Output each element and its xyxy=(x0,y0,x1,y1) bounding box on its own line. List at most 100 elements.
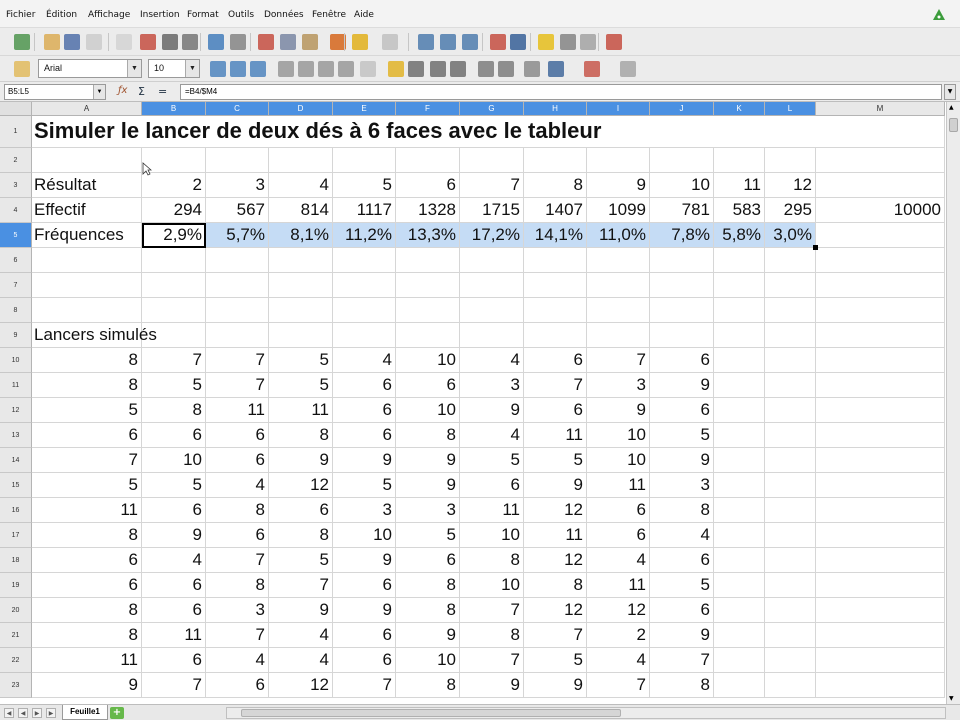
lancer-value[interactable]: 4 xyxy=(269,648,333,673)
lancer-value[interactable]: 12 xyxy=(524,548,587,573)
lancer-value[interactable]: 6 xyxy=(206,523,269,548)
cell-L13[interactable] xyxy=(765,423,816,448)
lancer-value[interactable]: 5 xyxy=(650,573,714,598)
lancer-value[interactable]: 7 xyxy=(206,373,269,398)
row-header-15[interactable]: 15 xyxy=(0,473,32,498)
horizontal-scroll-thumb[interactable] xyxy=(241,709,621,717)
cell-F9[interactable] xyxy=(396,323,460,348)
borders-icon[interactable] xyxy=(524,61,540,77)
lancer-value[interactable]: 11 xyxy=(206,398,269,423)
lancer-value[interactable]: 6 xyxy=(524,348,587,373)
cell-G8[interactable] xyxy=(460,298,524,323)
lancer-value[interactable]: 6 xyxy=(333,648,396,673)
vertical-scroll-thumb[interactable] xyxy=(949,118,958,132)
effectif-value[interactable]: 1117 xyxy=(333,198,396,223)
cell-K19[interactable] xyxy=(714,573,765,598)
cell-M5[interactable] xyxy=(816,223,945,248)
cell-M3[interactable] xyxy=(816,173,945,198)
column-header-C[interactable]: C xyxy=(206,102,269,116)
row-header-9[interactable]: 9 xyxy=(0,323,32,348)
justify-icon[interactable] xyxy=(338,61,354,77)
lancer-value[interactable]: 7 xyxy=(460,648,524,673)
sort-desc-icon[interactable] xyxy=(462,34,478,50)
bold-icon[interactable] xyxy=(210,61,226,77)
lancer-value[interactable]: 10 xyxy=(587,448,650,473)
lancer-value[interactable]: 10 xyxy=(460,573,524,598)
first-sheet-icon[interactable]: ◀ xyxy=(4,708,14,718)
lancer-value[interactable]: 10 xyxy=(587,423,650,448)
chevron-down-icon[interactable]: ▼ xyxy=(185,60,199,77)
lancer-value[interactable]: 9 xyxy=(524,673,587,698)
cell-A8[interactable] xyxy=(32,298,142,323)
lancer-value[interactable]: 5 xyxy=(269,548,333,573)
lancer-value[interactable]: 6 xyxy=(333,573,396,598)
pivot-icon[interactable] xyxy=(510,34,526,50)
scroll-down-icon[interactable]: ▼ xyxy=(949,695,954,702)
resultat-value[interactable]: 7 xyxy=(460,173,524,198)
indent-increase-icon[interactable] xyxy=(498,61,514,77)
lancer-value[interactable]: 4 xyxy=(269,623,333,648)
cell-G2[interactable] xyxy=(460,148,524,173)
function-wizard-icon[interactable]: ƒx xyxy=(118,85,127,96)
lancer-value[interactable]: 8 xyxy=(206,573,269,598)
cell-K21[interactable] xyxy=(714,623,765,648)
lancer-value[interactable]: 8 xyxy=(142,398,206,423)
resultat-value[interactable]: 8 xyxy=(524,173,587,198)
lancer-value[interactable]: 12 xyxy=(524,498,587,523)
row-header-21[interactable]: 21 xyxy=(0,623,32,648)
lancer-value[interactable]: 8 xyxy=(650,673,714,698)
resultat-value[interactable]: 6 xyxy=(396,173,460,198)
lancer-value[interactable]: 11 xyxy=(524,523,587,548)
lancer-value[interactable]: 6 xyxy=(650,598,714,623)
frequence-value[interactable]: 5,7% xyxy=(206,223,269,248)
resultat-value[interactable]: 5 xyxy=(333,173,396,198)
lancer-value[interactable]: 10 xyxy=(396,348,460,373)
lancer-value[interactable]: 12 xyxy=(269,473,333,498)
row-header-6[interactable]: 6 xyxy=(0,248,32,273)
vertical-scrollbar[interactable]: ▲ ▼ xyxy=(946,102,960,704)
preview-icon[interactable] xyxy=(182,34,198,50)
lancer-value[interactable]: 5 xyxy=(460,448,524,473)
resultat-label[interactable]: Résultat xyxy=(32,173,142,198)
cell-M11[interactable] xyxy=(816,373,945,398)
lancer-value[interactable]: 8 xyxy=(32,523,142,548)
lancer-value[interactable]: 6 xyxy=(32,423,142,448)
cell-K23[interactable] xyxy=(714,673,765,698)
font-name-select[interactable]: Arial ▼ xyxy=(38,59,142,78)
cell-B7[interactable] xyxy=(142,273,206,298)
lancer-value[interactable]: 12 xyxy=(524,598,587,623)
cell-D2[interactable] xyxy=(269,148,333,173)
cell-J9[interactable] xyxy=(650,323,714,348)
row-header-5[interactable]: 5 xyxy=(0,223,32,248)
lancer-value[interactable]: 5 xyxy=(142,373,206,398)
row-header-1[interactable]: 1 xyxy=(0,116,32,148)
lancer-value[interactable]: 8 xyxy=(396,573,460,598)
cell-K6[interactable] xyxy=(714,248,765,273)
resultat-value[interactable]: 4 xyxy=(269,173,333,198)
row-header-14[interactable]: 14 xyxy=(0,448,32,473)
next-sheet-icon[interactable]: ▶ xyxy=(32,708,42,718)
row-header-12[interactable]: 12 xyxy=(0,398,32,423)
cell-L17[interactable] xyxy=(765,523,816,548)
lancer-value[interactable]: 9 xyxy=(587,398,650,423)
lancer-value[interactable]: 4 xyxy=(206,648,269,673)
email-icon[interactable] xyxy=(86,34,102,50)
lancer-value[interactable]: 8 xyxy=(32,623,142,648)
row-header-13[interactable]: 13 xyxy=(0,423,32,448)
lancer-value[interactable]: 6 xyxy=(396,548,460,573)
effectif-value[interactable]: 567 xyxy=(206,198,269,223)
lancer-value[interactable]: 5 xyxy=(333,473,396,498)
chart-icon[interactable] xyxy=(490,34,506,50)
total-value[interactable]: 10000 xyxy=(816,198,945,223)
cell-L22[interactable] xyxy=(765,648,816,673)
cell-E7[interactable] xyxy=(333,273,396,298)
lancer-value[interactable]: 5 xyxy=(524,648,587,673)
lancer-value[interactable]: 10 xyxy=(460,523,524,548)
lancer-value[interactable]: 5 xyxy=(32,473,142,498)
lancer-value[interactable]: 3 xyxy=(396,498,460,523)
chevron-down-icon[interactable]: ▼ xyxy=(127,60,141,77)
lancer-value[interactable]: 11 xyxy=(587,473,650,498)
lancer-value[interactable]: 12 xyxy=(269,673,333,698)
name-box[interactable]: B5:L5 ▼ xyxy=(4,84,106,100)
frequences-label[interactable]: Fréquences xyxy=(32,223,142,248)
